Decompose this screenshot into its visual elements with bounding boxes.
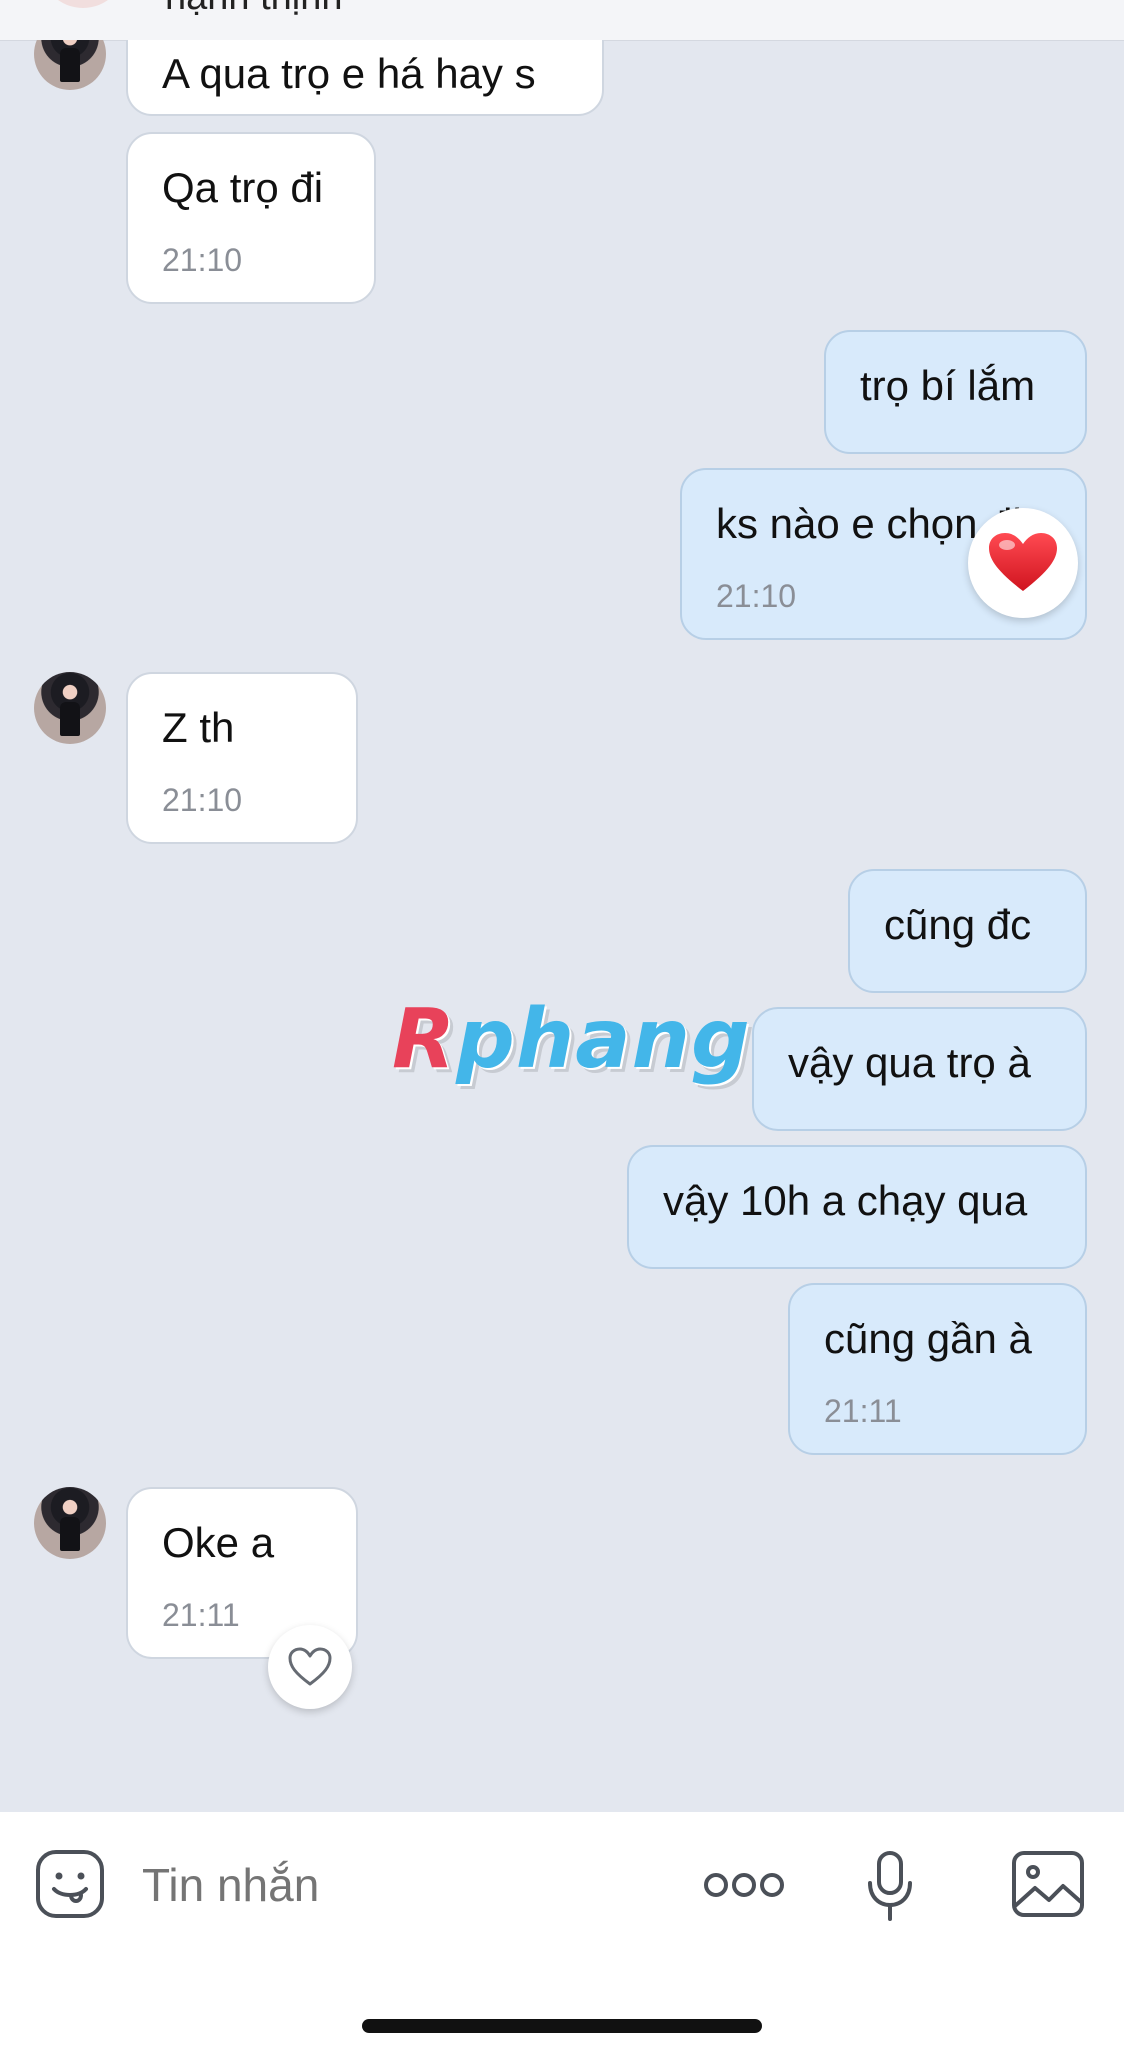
watermark-logo: Rphang [392,992,751,1087]
header-avatar[interactable] [40,0,126,8]
message-input[interactable] [142,1858,662,1912]
heart-filled-icon [989,533,1057,591]
message-text: Qa trọ đi [162,164,324,211]
outgoing-message[interactable]: vậy 10h a chạy qua [627,1145,1087,1269]
message-text: cũng đc [884,901,1032,948]
more-icon-glyph [704,1873,784,1897]
message-time: 21:11 [162,1597,240,1633]
watermark-rest: phang [456,992,751,1087]
heart-outline-icon [288,1647,332,1686]
sticker-icon[interactable] [34,1848,106,1920]
outgoing-message[interactable]: cũng đc [848,869,1087,993]
incoming-message[interactable]: Z th 21:10 [126,672,358,844]
react-heart-button[interactable] [268,1625,352,1709]
outgoing-message[interactable]: cũng gần à 21:11 [788,1283,1087,1455]
outgoing-message[interactable]: trọ bí lắm [824,330,1087,454]
message-text: Oke a [162,1519,275,1566]
message-text: Z th [162,704,235,751]
image-icon-glyph [1012,1851,1084,1917]
watermark-first: R [392,992,457,1087]
incoming-message[interactable]: Qa trọ đi 21:10 [126,132,376,304]
microphone-icon[interactable] [862,1848,918,1924]
message-text: A qua trọ e há hay s [162,50,536,97]
outgoing-message[interactable]: vậy qua trọ à [752,1007,1087,1131]
contact-avatar[interactable] [34,672,106,744]
message-time: 21:10 [162,242,243,278]
message-text: trọ bí lắm [860,362,1036,409]
microphone-icon-glyph [868,1851,912,1921]
message-time: 21:10 [716,578,797,614]
home-indicator [362,2019,762,2033]
image-icon[interactable] [1010,1848,1086,1920]
message-list[interactable]: A qua trọ e há hay s Qa trọ đi 21:10 trọ… [0,40,1124,1812]
message-text: cũng gần à [824,1315,1032,1362]
message-time: 21:11 [824,1393,902,1429]
chat-header: hạnh thịnh [0,0,1124,41]
incoming-message[interactable]: A qua trọ e há hay s [126,40,604,116]
more-icon[interactable] [702,1860,786,1910]
reaction-heart-icon[interactable] [968,508,1078,618]
sticker-icon-glyph [36,1850,104,1918]
contact-avatar[interactable] [34,40,106,90]
message-time: 21:10 [162,782,243,818]
contact-avatar[interactable] [34,1487,106,1559]
header-contact-name[interactable]: hạnh thịnh [165,0,343,19]
message-text: vậy 10h a chạy qua [663,1177,1028,1224]
message-composer [0,1812,1124,2057]
message-text: vậy qua trọ à [788,1039,1031,1086]
